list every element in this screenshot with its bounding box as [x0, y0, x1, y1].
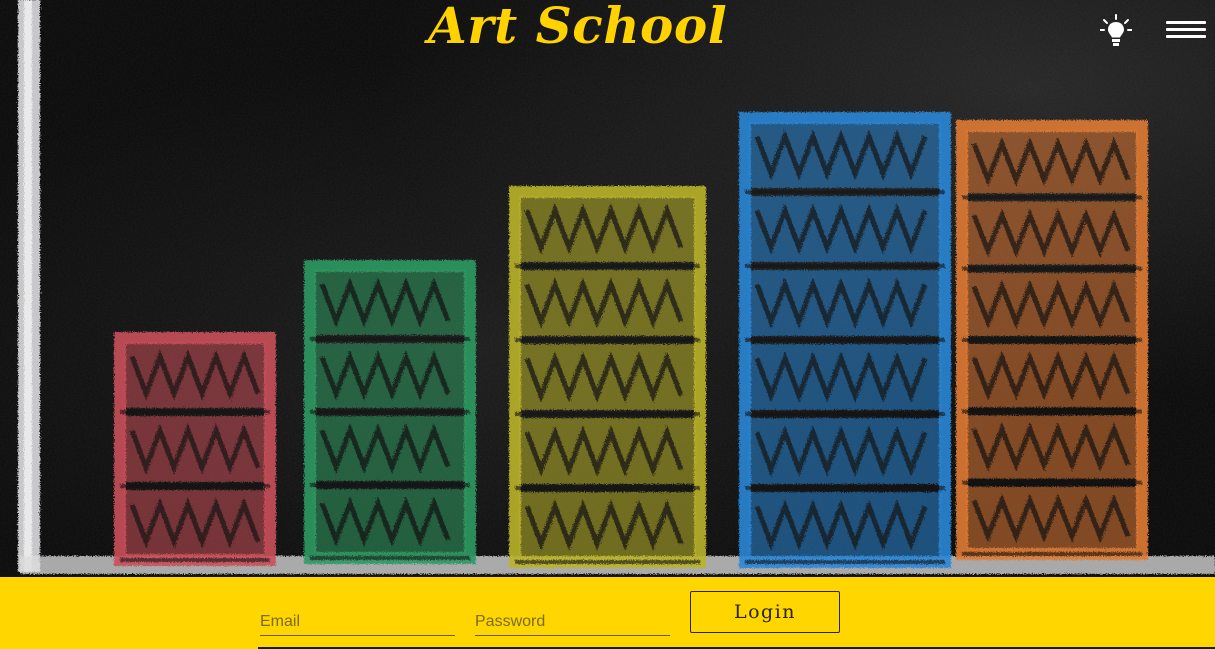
email-field[interactable]	[260, 609, 455, 636]
login-button[interactable]: Login	[690, 591, 840, 633]
login-bar: Login	[0, 577, 1215, 649]
chalk-bar	[114, 332, 276, 566]
hero-image: Art School	[0, 0, 1215, 577]
chalk-bar	[956, 120, 1148, 560]
chalk-drawing	[0, 0, 1215, 577]
hamburger-menu-icon[interactable]	[1164, 20, 1208, 42]
password-field[interactable]	[475, 609, 670, 636]
chalk-bar	[304, 260, 476, 564]
brand-title: Art School	[428, 0, 728, 55]
page: Art School Login	[0, 0, 1215, 649]
chalk-bar	[509, 186, 706, 568]
chalk-axis-vertical	[18, 0, 40, 572]
chalk-bar	[739, 112, 951, 568]
lightbulb-icon[interactable]	[1100, 14, 1132, 50]
